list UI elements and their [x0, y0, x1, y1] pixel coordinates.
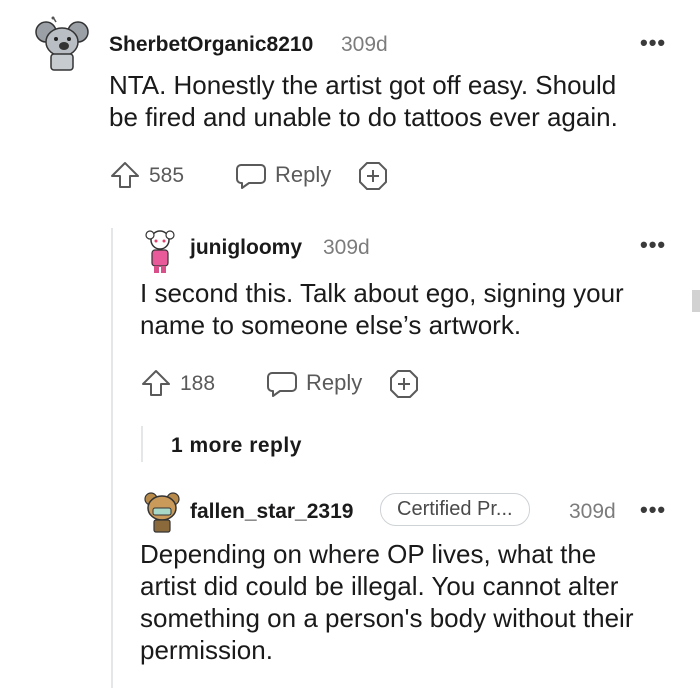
comment-age: 309d [569, 500, 616, 523]
more-replies-link[interactable]: 1 more reply [171, 434, 302, 458]
upvote-count: 188 [180, 372, 216, 395]
avatar[interactable] [34, 16, 90, 72]
comment-body: I second this. Talk about ego, signing y… [140, 277, 680, 341]
comment-body: NTA. Honestly the artist got off easy. S… [109, 69, 669, 133]
upvote-icon[interactable] [140, 368, 172, 403]
reply-label: Reply [306, 370, 363, 395]
snoo-avatar-icon [145, 230, 175, 273]
thread-line-level-2[interactable] [141, 426, 143, 462]
comment-2: junigloomy 309d ••• I second this. Talk … [0, 220, 700, 420]
more-options-icon[interactable]: ••• [640, 497, 666, 523]
reply-label: Reply [275, 162, 332, 187]
upvote-icon[interactable] [109, 160, 141, 195]
comment-line: NTA. Honestly the artist got off easy. S… [109, 70, 617, 100]
comment-body: Depending on where OP lives, what the ar… [140, 538, 685, 666]
comment-line: something on a person's body without the… [140, 603, 634, 633]
award-icon[interactable] [357, 160, 389, 197]
more-options-icon[interactable]: ••• [640, 30, 666, 56]
username[interactable]: SherbetOrganic8210 [109, 33, 313, 57]
avatar[interactable] [142, 490, 182, 534]
comment-line: name to someone else’s artwork. [140, 310, 522, 340]
username[interactable]: junigloomy [190, 236, 302, 260]
scrollbar-thumb[interactable] [692, 290, 700, 312]
reply-button[interactable]: Reply [266, 368, 366, 400]
more-options-icon[interactable]: ••• [640, 232, 666, 258]
reply-bubble-icon [236, 164, 266, 189]
comment-1: SherbetOrganic8210 309d ••• NTA. Honestl… [0, 0, 700, 200]
reply-button[interactable]: Reply [235, 160, 335, 192]
bear-avatar-icon [144, 492, 180, 533]
comment-age: 309d [323, 236, 370, 259]
comment-line: I second this. Talk about ego, signing y… [140, 278, 624, 308]
comment-3: fallen_star_2319 Certified Pr... 309d ••… [0, 486, 700, 688]
avatar[interactable] [140, 228, 180, 276]
user-flair: Certified Pr... [380, 493, 530, 526]
comment-age: 309d [341, 33, 388, 56]
award-icon[interactable] [388, 368, 420, 405]
reply-bubble-icon [267, 372, 297, 397]
comment-line: be fired and unable to do tattoos ever a… [109, 102, 618, 132]
koala-avatar-icon [35, 16, 89, 71]
comment-line: artist did could be illegal. You cannot … [140, 571, 619, 601]
username[interactable]: fallen_star_2319 [190, 500, 353, 524]
comment-line: permission. [140, 635, 273, 665]
upvote-count: 585 [149, 164, 185, 187]
comment-line: Depending on where OP lives, what the [140, 539, 597, 569]
